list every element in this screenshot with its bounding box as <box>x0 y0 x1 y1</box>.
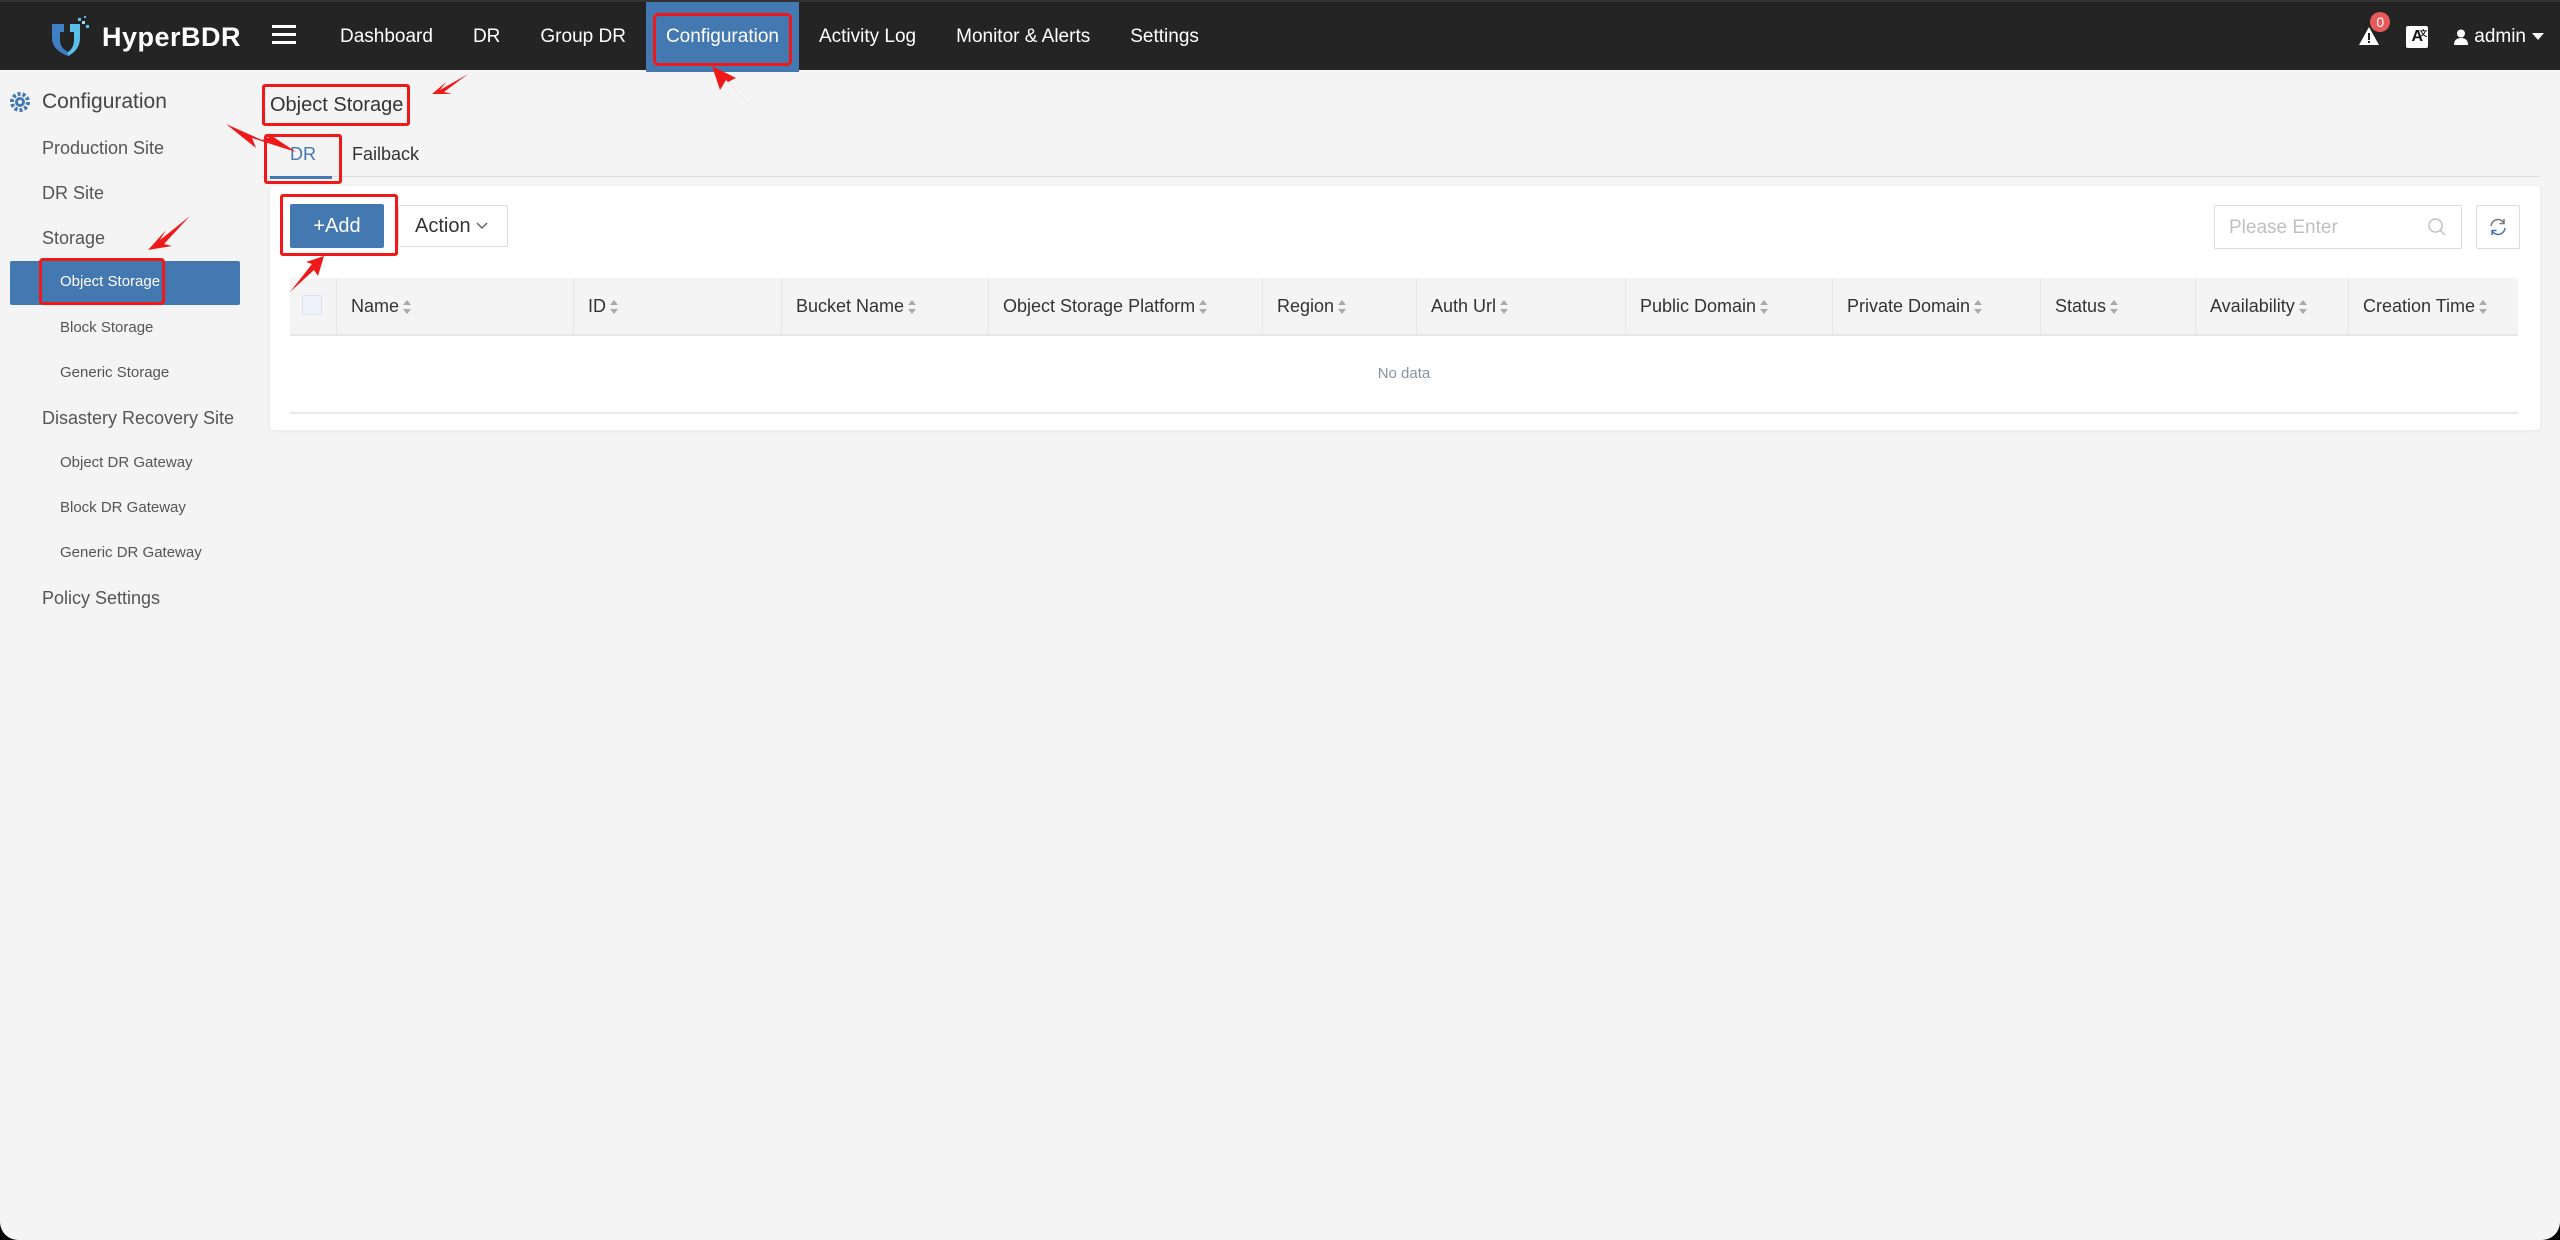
column-header-status[interactable]: Status <box>2040 278 2195 334</box>
sidebar-item-dr-site[interactable]: DR Site <box>42 183 104 204</box>
action-label: Action <box>415 215 471 237</box>
user-menu[interactable]: admin <box>2454 26 2544 48</box>
sort-icon <box>1974 300 1983 315</box>
language-switch-icon[interactable]: A文 <box>2406 26 2429 48</box>
annotation-highlight-box <box>264 134 342 184</box>
sidebar-header: Configuration <box>8 90 167 114</box>
nav-label: Dashboard <box>340 26 433 47</box>
column-header-id[interactable]: ID <box>573 278 781 334</box>
sort-icon <box>403 300 412 315</box>
nav-label: DR <box>472 26 501 47</box>
column-label: Public Domain <box>1640 296 1757 316</box>
annotation-arrow <box>712 66 762 118</box>
shield-logo-icon <box>52 16 89 56</box>
search-icon[interactable] <box>2427 217 2447 237</box>
tab-failback[interactable]: Failback <box>352 144 419 165</box>
nav-item-dashboard[interactable]: Dashboard <box>320 2 453 72</box>
sort-icon <box>610 300 618 315</box>
annotation-highlight-box <box>39 258 165 305</box>
annotation-arrow <box>432 74 468 94</box>
top-right-tools: 0 A文 admin <box>2358 2 2544 72</box>
sidebar-item-block-storage[interactable]: Block Storage <box>60 319 153 336</box>
column-header-availability[interactable]: Availability <box>2195 278 2348 334</box>
refresh-icon <box>2490 218 2506 236</box>
sidebar-item-block-dr-gateway[interactable]: Block DR Gateway <box>60 499 186 516</box>
column-label: Region <box>1277 296 1335 316</box>
caret-down-icon <box>2532 33 2544 40</box>
sidebar-item-production-site[interactable]: Production Site <box>42 138 164 159</box>
column-header-bucket-name[interactable]: Bucket Name <box>781 278 988 334</box>
annotation-highlight-box <box>280 194 398 256</box>
brand-logo[interactable]: HyperBDR <box>48 16 241 58</box>
app-window: HyperBDR Dashboard DR Group DR Configura… <box>0 0 2560 1240</box>
search-input[interactable] <box>2227 214 2421 242</box>
annotation-arrow <box>148 216 190 250</box>
annotation-highlight-box <box>262 84 410 126</box>
nav-item-monitor-alerts[interactable]: Monitor & Alerts <box>936 2 1110 72</box>
top-navbar: HyperBDR Dashboard DR Group DR Configura… <box>0 0 2560 72</box>
column-label: ID <box>588 296 606 316</box>
action-dropdown[interactable]: Action <box>398 205 508 247</box>
sort-icon <box>2110 300 2119 315</box>
sort-icon <box>2479 300 2488 315</box>
content-card: +Add Action Name ID Bucket Name Obj <box>270 186 2540 430</box>
column-header-creation-time[interactable]: Creation Time <box>2348 278 2518 334</box>
tab-bar: DR Failback <box>262 130 2540 179</box>
select-all-checkbox[interactable] <box>302 295 322 315</box>
sort-icon <box>1760 300 1769 315</box>
brand-name: HyperBDR <box>102 21 242 52</box>
sidebar-item-object-dr-gateway[interactable]: Object DR Gateway <box>60 454 193 471</box>
user-icon <box>2454 29 2469 45</box>
nav-item-dr[interactable]: DR <box>453 2 520 72</box>
nav-item-activity-log[interactable]: Activity Log <box>799 2 936 72</box>
nav-item-group-dr[interactable]: Group DR <box>520 2 646 72</box>
sort-icon <box>2298 300 2307 315</box>
sidebar-item-object-storage[interactable]: Object Storage <box>10 258 240 305</box>
column-header-private-domain[interactable]: Private Domain <box>1832 278 2040 334</box>
hamburger-icon[interactable] <box>272 20 296 50</box>
sidebar-item-generic-storage[interactable]: Generic Storage <box>60 364 169 381</box>
refresh-button[interactable] <box>2476 205 2520 249</box>
username: admin <box>2474 26 2526 47</box>
nav-label: Activity Log <box>818 26 917 47</box>
nav-label: Settings <box>1130 26 1199 47</box>
sort-icon <box>1199 300 1208 315</box>
table-header: Name ID Bucket Name Object Storage Platf… <box>290 278 2518 336</box>
sort-icon <box>908 300 917 315</box>
sidebar-item-storage[interactable]: Storage <box>42 228 105 249</box>
alert-count-badge: 0 <box>2370 12 2391 32</box>
column-label: Private Domain <box>1847 296 1971 316</box>
sidebar-item-disaster-recovery-site[interactable]: Disastery Recovery Site <box>42 408 234 429</box>
sort-icon <box>1338 300 1347 315</box>
column-label: Availability <box>2210 296 2295 316</box>
column-label: Name <box>351 296 400 316</box>
nav-label: Group DR <box>540 26 626 47</box>
sidebar-header-label: Configuration <box>42 90 167 113</box>
column-label: Object Storage Platform <box>1003 296 1196 316</box>
column-label: Auth Url <box>1431 296 1497 316</box>
column-label: Bucket Name <box>796 296 905 316</box>
empty-table-message: No data <box>290 336 2518 414</box>
gear-icon <box>10 92 30 112</box>
column-header-public-domain[interactable]: Public Domain <box>1625 278 1832 334</box>
column-header-auth-url[interactable]: Auth Url <box>1416 278 1625 334</box>
sidebar-item-policy-settings[interactable]: Policy Settings <box>42 588 160 609</box>
nav-item-settings[interactable]: Settings <box>1110 2 1219 72</box>
alerts-button[interactable]: 0 <box>2358 12 2391 48</box>
column-header-region[interactable]: Region <box>1262 278 1416 334</box>
column-label: Status <box>2055 296 2107 316</box>
language-icon-sup: 文 <box>2419 29 2428 38</box>
column-header-name[interactable]: Name <box>336 278 573 334</box>
column-label: Creation Time <box>2363 296 2476 316</box>
tab-label: Failback <box>352 144 420 164</box>
nav-label: Monitor & Alerts <box>956 26 1091 47</box>
sidebar-item-generic-dr-gateway[interactable]: Generic DR Gateway <box>60 544 202 561</box>
nav-item-configuration[interactable]: Configuration <box>645 2 799 72</box>
column-header-object-storage-platform[interactable]: Object Storage Platform <box>988 278 1262 334</box>
chevron-down-icon <box>475 206 489 261</box>
main-nav: Dashboard DR Group DR Configuration Acti… <box>320 2 1219 72</box>
annotation-highlight-box <box>652 13 792 66</box>
sort-icon <box>1500 300 1509 315</box>
search-field <box>2214 205 2462 249</box>
